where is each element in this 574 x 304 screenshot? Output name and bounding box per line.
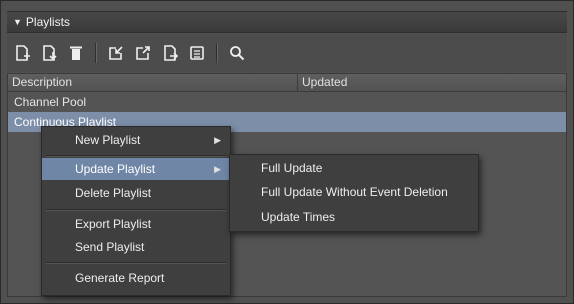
panel-titlebar[interactable]: ▼ Playlists [7,11,567,33]
send-icon [164,45,179,61]
export-in-button[interactable] [105,42,127,64]
export-out-button[interactable] [132,42,154,64]
table-row[interactable]: Channel Pool [8,92,566,112]
send-playlist-button[interactable] [159,42,181,64]
new-playlist-icon [16,45,30,61]
update-submenu: Full Update Full Update Without Event De… [229,154,479,232]
new-playlist-button[interactable] [11,42,33,64]
menu-item-send-playlist[interactable]: Send Playlist [42,236,230,258]
menu-item-label: Update Playlist [75,162,156,176]
menu-item-label: Send Playlist [75,240,145,254]
menu-item-export-playlist[interactable]: Export Playlist [42,213,230,235]
menu-item-update-playlist[interactable]: Update Playlist ▶ [42,158,230,180]
submenu-item-update-times[interactable]: Update Times [230,206,478,228]
search-button[interactable] [226,42,248,64]
generate-report-button[interactable] [186,42,208,64]
menu-separator [46,155,226,157]
search-icon [230,46,245,61]
panel-title: Playlists [25,15,70,29]
delete-playlist-button[interactable] [65,42,87,64]
menu-item-label: Export Playlist [75,217,152,231]
column-header-description[interactable]: Description [8,74,298,91]
toolbar-separator [95,43,97,63]
context-menu: New Playlist ▶ Update Playlist ▶ Delete … [41,126,231,296]
menu-item-new-playlist[interactable]: New Playlist ▶ [42,129,230,151]
table-header: Description Updated [8,74,566,92]
menu-item-label: Generate Report [75,271,165,285]
menu-item-delete-playlist[interactable]: Delete Playlist [42,182,230,204]
menu-item-generate-report[interactable]: Generate Report [42,267,230,289]
import-playlist-button[interactable] [38,42,60,64]
menu-item-label: Delete Playlist [75,186,152,200]
menu-separator [46,209,226,211]
delete-icon [70,46,82,60]
submenu-item-full-update[interactable]: Full Update [230,157,478,179]
menu-separator [46,262,226,264]
export-out-icon [136,46,150,60]
submenu-arrow-icon: ▶ [214,164,221,174]
submenu-arrow-icon: ▶ [214,135,221,145]
column-header-updated[interactable]: Updated [298,74,347,91]
import-icon [43,45,57,61]
menu-item-label: New Playlist [75,133,141,147]
submenu-item-full-update-without-event-deletion[interactable]: Full Update Without Event Deletion [230,181,478,203]
toolbar-separator [216,43,218,63]
toolbar [7,34,567,72]
export-in-icon [109,46,123,60]
collapse-caret-icon[interactable]: ▼ [13,17,22,27]
report-icon [190,46,204,60]
